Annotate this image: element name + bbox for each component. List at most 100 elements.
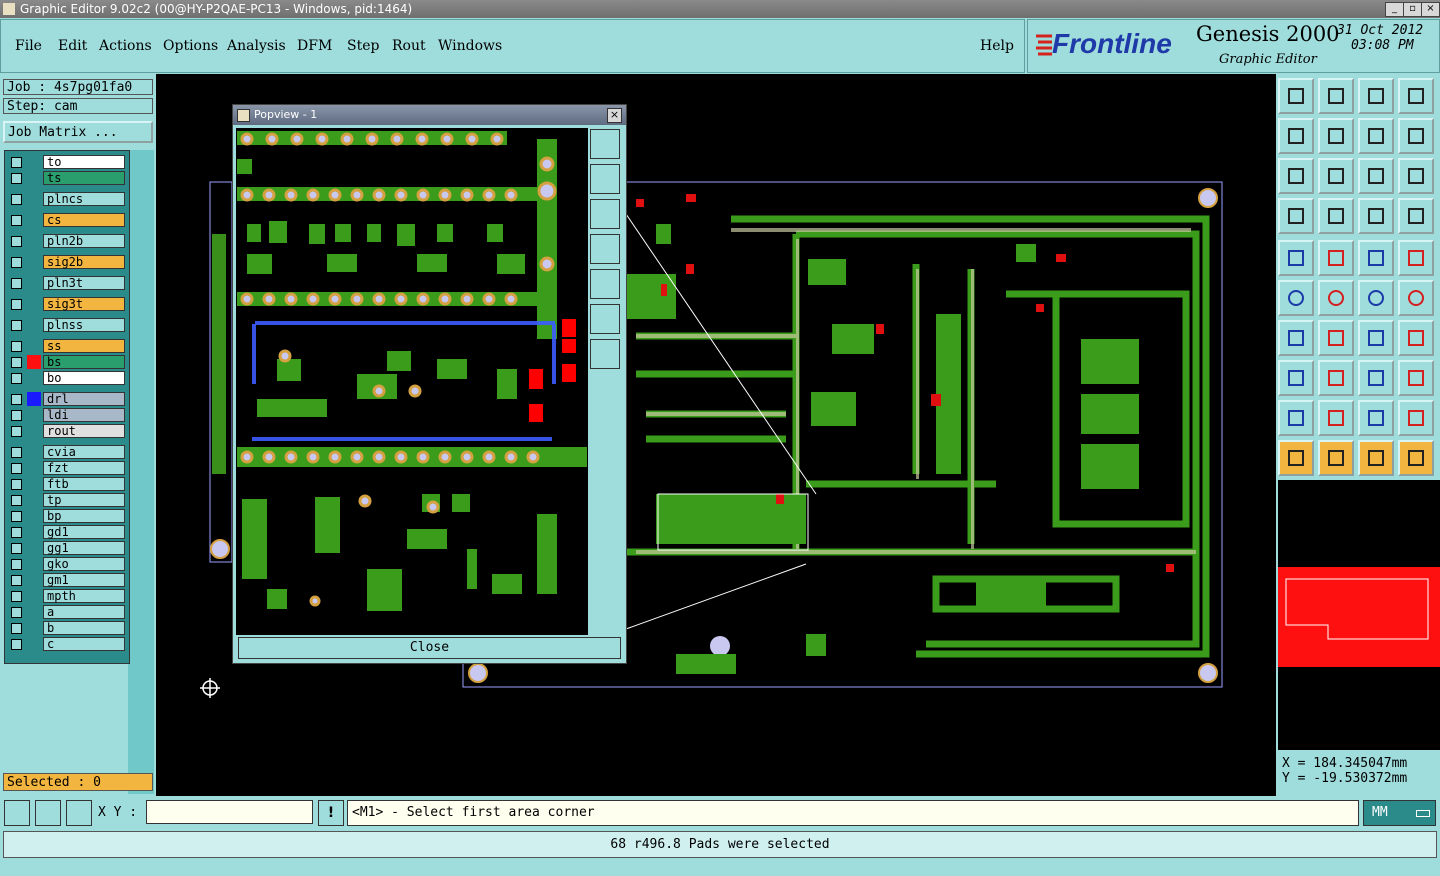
- triangle-b-icon[interactable]: [1318, 400, 1354, 436]
- next-view-icon[interactable]: [1318, 118, 1354, 154]
- help-icon[interactable]: [1398, 158, 1434, 194]
- layer-row-a[interactable]: a: [7, 605, 127, 619]
- layer-checkbox[interactable]: [11, 639, 22, 650]
- layer-color-swatch[interactable]: [27, 371, 41, 385]
- layer-color-swatch[interactable]: [27, 255, 41, 269]
- layer-checkbox[interactable]: [11, 215, 22, 226]
- layer-color-swatch[interactable]: [27, 637, 41, 651]
- layer-diff-icon[interactable]: [1398, 198, 1434, 234]
- scale-1-2-icon[interactable]: [1358, 158, 1394, 194]
- layer-checkbox[interactable]: [11, 341, 22, 352]
- copy-icon[interactable]: [1398, 280, 1434, 316]
- layer-color-swatch[interactable]: [27, 621, 41, 635]
- layer-checkbox[interactable]: [11, 278, 22, 289]
- pad-icon[interactable]: [1398, 240, 1434, 276]
- layer-checkbox[interactable]: [11, 559, 22, 570]
- triangle-d-icon[interactable]: [1398, 400, 1434, 436]
- layer-checkbox[interactable]: [11, 373, 22, 384]
- popview-pan-up-icon[interactable]: [590, 164, 620, 194]
- layer-row-to[interactable]: to: [7, 155, 127, 169]
- select-net-icon[interactable]: [1398, 440, 1434, 476]
- angle-icon[interactable]: [1278, 320, 1314, 356]
- layer-color-swatch[interactable]: [27, 461, 41, 475]
- layer-name[interactable]: ss: [43, 339, 125, 353]
- measure-icon[interactable]: [4, 800, 30, 826]
- layer-name[interactable]: bp: [43, 509, 125, 523]
- layer-name[interactable]: plncs: [43, 192, 125, 206]
- layer-name[interactable]: ldi: [43, 408, 125, 422]
- layer-row-bs[interactable]: bs: [7, 355, 127, 369]
- xy-input[interactable]: [146, 800, 313, 824]
- layer-row-cvia[interactable]: cvia: [7, 445, 127, 459]
- layer-checkbox[interactable]: [11, 236, 22, 247]
- layer-color-swatch[interactable]: [27, 192, 41, 206]
- swap-view-icon[interactable]: [1358, 118, 1394, 154]
- layer-color-swatch[interactable]: [27, 509, 41, 523]
- popview-canvas[interactable]: [236, 128, 588, 635]
- layer-checkbox[interactable]: [11, 511, 22, 522]
- layer-row-ftb[interactable]: ftb: [7, 477, 127, 491]
- layer-row-bp[interactable]: bp: [7, 509, 127, 523]
- layer-checkbox[interactable]: [11, 320, 22, 331]
- group-icon[interactable]: [1398, 360, 1434, 396]
- layer-checkbox[interactable]: [11, 479, 22, 490]
- layer-row-mpth[interactable]: mpth: [7, 589, 127, 603]
- layer-name[interactable]: b: [43, 621, 125, 635]
- layer-name[interactable]: plnss: [43, 318, 125, 332]
- prev-view-icon[interactable]: [1278, 118, 1314, 154]
- layer-color-swatch[interactable]: [27, 589, 41, 603]
- select-touch-icon[interactable]: [1358, 440, 1394, 476]
- layer-row-drl[interactable]: drl: [7, 392, 127, 406]
- layer-row-rout[interactable]: rout: [7, 424, 127, 438]
- layer-name[interactable]: ts: [43, 171, 125, 185]
- menu-file[interactable]: File: [15, 38, 42, 54]
- snap-icon[interactable]: [35, 800, 61, 826]
- layer-name[interactable]: sig2b: [43, 255, 125, 269]
- layer-color-swatch[interactable]: [27, 318, 41, 332]
- layer-name[interactable]: cvia: [43, 445, 125, 459]
- layer-checkbox[interactable]: [11, 543, 22, 554]
- layer-color-swatch[interactable]: [27, 573, 41, 587]
- zoom-selected-icon[interactable]: [1318, 78, 1354, 114]
- redraw-icon[interactable]: [1398, 118, 1434, 154]
- layer-name[interactable]: pln2b: [43, 234, 125, 248]
- close-window-button[interactable]: ×: [1421, 2, 1440, 17]
- layer-checkbox[interactable]: [11, 394, 22, 405]
- layer-color-swatch[interactable]: [27, 525, 41, 539]
- layer-row-gm1[interactable]: gm1: [7, 573, 127, 587]
- layer-name[interactable]: drl: [43, 392, 125, 406]
- popview-pan-down-icon[interactable]: [590, 199, 620, 229]
- layer-row-cs[interactable]: cs: [7, 213, 127, 227]
- layer-name[interactable]: fzt: [43, 461, 125, 475]
- board-minimap[interactable]: [1278, 480, 1440, 750]
- menu-edit[interactable]: Edit: [58, 38, 87, 54]
- layer-color-swatch[interactable]: [27, 477, 41, 491]
- layer-color-swatch[interactable]: [27, 392, 41, 406]
- layer-row-plncs[interactable]: plncs: [7, 192, 127, 206]
- delete-feature-icon[interactable]: [1318, 280, 1354, 316]
- layer-name[interactable]: gd1: [43, 525, 125, 539]
- layer-color-swatch[interactable]: [27, 541, 41, 555]
- layer-row-gg1[interactable]: gg1: [7, 541, 127, 555]
- layer-row-b[interactable]: b: [7, 621, 127, 635]
- layer-checkbox[interactable]: [11, 527, 22, 538]
- layer-row-sig3t[interactable]: sig3t: [7, 297, 127, 311]
- layer-color-swatch[interactable]: [27, 234, 41, 248]
- line-icon[interactable]: [1318, 320, 1354, 356]
- layer-color-swatch[interactable]: [27, 155, 41, 169]
- layer-checkbox[interactable]: [11, 591, 22, 602]
- popview-close-icon[interactable]: ×: [607, 108, 622, 123]
- layer-checkbox[interactable]: [11, 575, 22, 586]
- prompt-info-icon[interactable]: !: [318, 800, 344, 826]
- popview-zoom-out-icon[interactable]: [590, 339, 620, 369]
- layer-name[interactable]: bo: [43, 371, 125, 385]
- layer-color-swatch[interactable]: [27, 355, 41, 369]
- layer-color-swatch[interactable]: [27, 605, 41, 619]
- layer-row-ts[interactable]: ts: [7, 171, 127, 185]
- select-box-icon[interactable]: [1318, 440, 1354, 476]
- layer-row-fzt[interactable]: fzt: [7, 461, 127, 475]
- layer-name[interactable]: cs: [43, 213, 125, 227]
- menu-options[interactable]: Options: [163, 38, 218, 54]
- layer-checkbox[interactable]: [11, 463, 22, 474]
- properties-icon[interactable]: [1278, 198, 1314, 234]
